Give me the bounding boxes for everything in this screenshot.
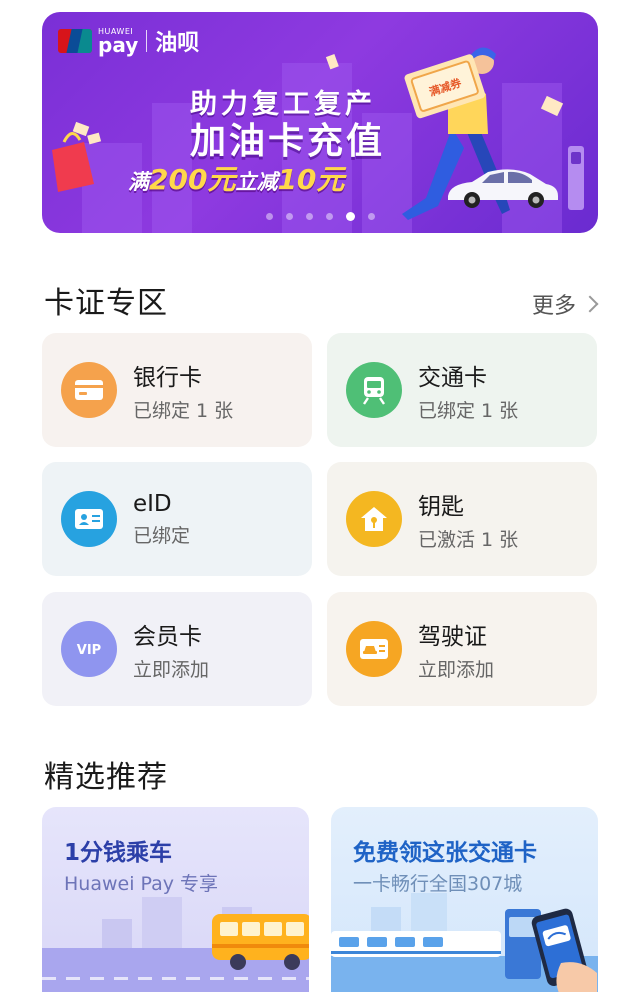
vip-icon: VIP [61, 621, 117, 677]
floating-coupon-icon [540, 95, 564, 117]
card-driver-license[interactable]: 驾驶证 立即添加 [327, 592, 597, 706]
card-membership[interactable]: VIP 会员卡 立即添加 [42, 592, 312, 706]
card-name: 钥匙 [418, 493, 464, 520]
card-name: 会员卡 [133, 623, 202, 650]
carousel-dot[interactable] [367, 213, 375, 220]
card-name: 交通卡 [418, 364, 487, 391]
promo-card-transit[interactable]: 免费领这张交通卡 一卡畅行全国307城 [331, 807, 598, 992]
card-bank[interactable]: 银行卡 已绑定 1 张 [42, 333, 312, 447]
charging-station-icon [568, 146, 584, 210]
banner-brand: HUAWEI pay 油呗 [58, 25, 199, 57]
card-transit[interactable]: 交通卡 已绑定 1 张 [327, 333, 597, 447]
promo-title: 免费领这张交通卡 [353, 840, 537, 866]
card-name: eID [133, 490, 172, 517]
driver-license-icon [346, 621, 402, 677]
chevron-right-icon [581, 295, 599, 313]
card-status: 已绑定 1 张 [418, 399, 519, 422]
offer-amount-2: 10元 [277, 163, 345, 196]
card-name: 驾驶证 [418, 623, 487, 650]
promo-title: 1分钱乘车 [64, 840, 173, 866]
train-illustration [331, 931, 501, 957]
offer-prefix: 满 [128, 170, 149, 194]
card-status: 立即添加 [133, 658, 210, 681]
card-status: 已激活 1 张 [418, 528, 519, 551]
bus-illustration [212, 914, 309, 970]
unionpay-logo-icon [58, 29, 92, 53]
offer-amount-1: 200元 [149, 163, 236, 196]
card-status: 已绑定 1 张 [133, 399, 234, 422]
more-label: 更多 [531, 294, 576, 319]
vip-icon-text: VIP [77, 643, 101, 658]
card-key[interactable]: 钥匙 已激活 1 张 [327, 462, 597, 576]
bank-card-icon [61, 362, 117, 418]
cards-section-title: 卡证专区 [44, 286, 168, 321]
card-eid[interactable]: eID 已绑定 [42, 462, 312, 576]
banner-headline-2: 加油卡充值 [190, 121, 386, 162]
promo-card-ride[interactable]: 1分钱乘车 Huawei Pay 专享 [42, 807, 309, 992]
home-key-icon [346, 491, 402, 547]
carousel-dot[interactable] [265, 213, 273, 220]
promo-banner[interactable]: HUAWEI pay 油呗 助力复工复产 加油卡充值 满200元立减10元 满减… [42, 12, 598, 233]
carousel-dot[interactable] [285, 213, 293, 220]
card-status: 已绑定 [133, 524, 191, 547]
card-status: 立即添加 [418, 658, 495, 681]
promo-subtitle: Huawei Pay 专享 [64, 873, 219, 895]
more-link[interactable]: 更多 [531, 288, 599, 320]
brand-divider [146, 30, 148, 52]
banner-offer: 满200元立减10元 [128, 158, 344, 198]
recommend-section-title: 精选推荐 [44, 760, 168, 795]
offer-mid: 立减 [235, 170, 278, 194]
gift-bag-icon [52, 121, 102, 192]
carousel-indicator [42, 212, 598, 221]
road-marking [42, 977, 309, 980]
train-icon [346, 362, 402, 418]
phone-nfc-illustration [505, 908, 597, 992]
id-card-icon [61, 491, 117, 547]
carousel-dot[interactable] [305, 213, 313, 220]
car-illustration [448, 169, 558, 208]
promo-subtitle: 一卡畅行全国307城 [353, 873, 523, 895]
pay-wordmark: pay [98, 32, 139, 57]
carousel-dot[interactable] [345, 212, 355, 221]
floating-coupon-icon [325, 54, 339, 70]
card-name: 银行卡 [133, 364, 202, 391]
carousel-dot[interactable] [325, 213, 333, 220]
huawei-pay-logo: HUAWEI pay [98, 27, 139, 57]
partner-name: 油呗 [155, 31, 200, 56]
